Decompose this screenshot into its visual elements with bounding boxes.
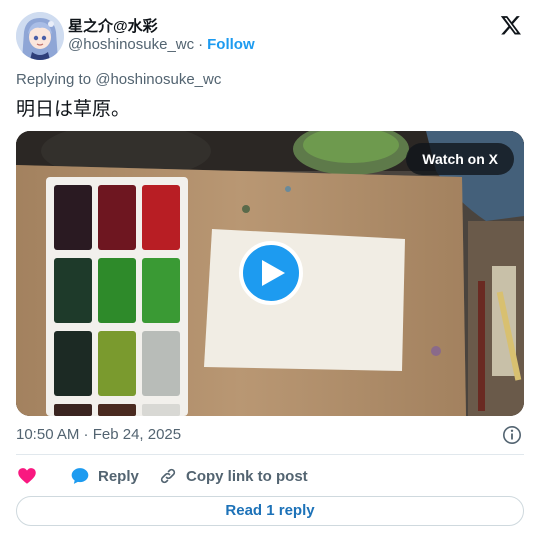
divider [16,454,524,455]
x-logo-icon[interactable] [500,14,522,36]
like-button[interactable] [17,464,37,488]
author-name[interactable]: 星之介@水彩 [68,15,158,36]
read-reply-button[interactable]: Read 1 reply [16,496,524,526]
info-icon[interactable] [502,425,522,445]
tweet-text: 明日は草原。 [16,99,131,120]
author-handle-line: @hoshinosuke_wc · Follow [68,36,255,53]
replying-prefix: Replying to [16,71,92,88]
copy-link-button[interactable]: Copy link to post [158,464,308,488]
reply-bubble-icon [71,468,89,484]
heart-icon [18,468,36,484]
play-icon [262,260,285,286]
avatar[interactable] [16,12,64,60]
reply-button[interactable]: Reply [70,464,139,488]
play-button[interactable] [239,241,303,305]
avatar-illustration [16,12,64,60]
tweet-embed-card: 星之介@水彩 @hoshinosuke_wc · Follow Replying t… [0,0,540,542]
copy-link-label: Copy link to post [186,467,308,485]
separator-dot: · [198,36,204,53]
replying-to: Replying to @hoshinosuke_wc [16,71,221,88]
post-timestamp[interactable]: 10:50 AM · Feb 24, 2025 [16,426,181,443]
follow-button[interactable]: Follow [207,36,255,53]
author-handle[interactable]: @hoshinosuke_wc [68,36,194,53]
video-thumbnail[interactable]: Watch on X [16,131,524,416]
watch-on-x-button[interactable]: Watch on X [406,143,514,175]
link-icon [160,468,176,484]
replying-mention[interactable]: @hoshinosuke_wc [95,71,221,88]
reply-label: Reply [98,467,139,485]
